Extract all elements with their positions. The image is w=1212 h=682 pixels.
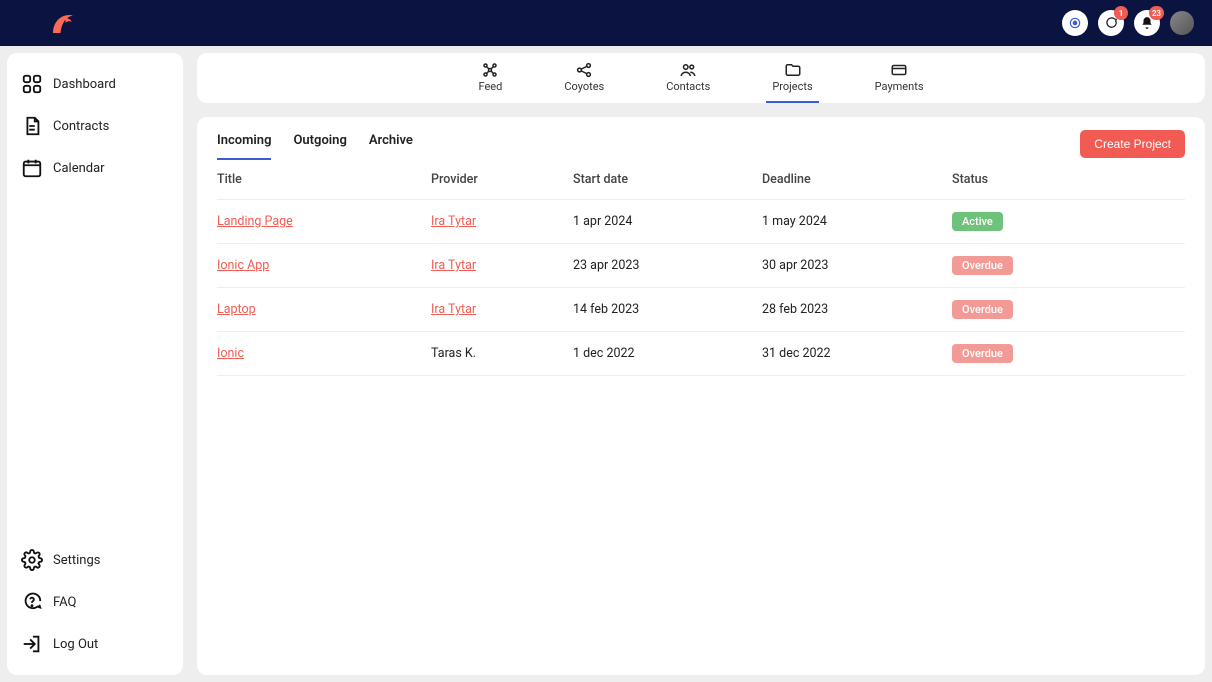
sidebar-item-label: Settings [53, 553, 100, 568]
start-date: 14 feb 2023 [573, 302, 762, 317]
sidebar-item-settings[interactable]: Settings [7, 539, 183, 581]
table-row: Ionic App Ira Tytar 23 apr 202330 apr 2023… [217, 244, 1185, 288]
topbar-actions: 1 23 [1062, 10, 1194, 36]
provider-name: Taras K. [431, 346, 476, 361]
nav-tabs: Feed Coyotes Contacts Projects Payments [197, 53, 1205, 103]
share-icon [574, 61, 594, 79]
nav-tab-label: Feed [479, 80, 503, 93]
feed-icon [480, 61, 500, 79]
nav-tab-projects[interactable]: Projects [766, 53, 818, 103]
users-icon [678, 61, 698, 79]
app-logo [48, 8, 78, 38]
nav-tab-payments[interactable]: Payments [869, 53, 930, 103]
col-start: Start date [573, 172, 762, 187]
col-title: Title [217, 172, 431, 187]
avatar[interactable] [1170, 11, 1194, 35]
table-row: Ionic Taras K. 1 dec 202231 dec 2022Overdu… [217, 332, 1185, 376]
table-row: Laptop Ira Tytar 14 feb 202328 feb 2023Ove… [217, 288, 1185, 332]
deadline-date: 30 apr 2023 [762, 258, 952, 273]
deadline-date: 28 feb 2023 [762, 302, 952, 317]
nav-tab-label: Contacts [666, 80, 710, 93]
project-title-link[interactable]: Ionic [217, 346, 244, 361]
help-icon [21, 591, 43, 613]
provider-link[interactable]: Ira Tytar [431, 214, 476, 229]
sidebar-item-faq[interactable]: FAQ [7, 581, 183, 623]
sidebar-secondary-group: Settings FAQ Log Out [7, 539, 183, 665]
nav-tab-feed[interactable]: Feed [473, 53, 509, 103]
status-badge: Active [952, 212, 1003, 231]
sidebar-item-label: Log Out [53, 637, 98, 652]
sidebar-item-label: Calendar [53, 161, 105, 176]
deadline-date: 1 may 2024 [762, 214, 952, 229]
sidebar-primary-group: Dashboard Contracts Calendar [7, 63, 183, 189]
messages-badge: 1 [1114, 6, 1128, 20]
projects-table: Title Provider Start date Deadline Statu… [197, 160, 1205, 376]
sub-tab-archive[interactable]: Archive [369, 127, 413, 160]
start-date: 1 apr 2024 [573, 214, 762, 229]
sidebar-item-label: Contracts [53, 119, 109, 134]
notifications-icon-button[interactable]: 23 [1134, 10, 1160, 36]
sub-tab-outgoing[interactable]: Outgoing [293, 127, 346, 160]
sub-tab-incoming[interactable]: Incoming [217, 127, 271, 160]
start-date: 23 apr 2023 [573, 258, 762, 273]
nav-tab-label: Coyotes [564, 80, 604, 93]
project-title-link[interactable]: Ionic App [217, 258, 269, 273]
status-badge: Overdue [952, 300, 1013, 319]
topbar: 1 23 [0, 0, 1212, 46]
content-area: Feed Coyotes Contacts Projects Payments [197, 53, 1205, 675]
sidebar-item-label: Dashboard [53, 77, 116, 92]
main-layout: Dashboard Contracts Calendar Settings FA… [0, 46, 1212, 682]
target-icon-button[interactable] [1062, 10, 1088, 36]
sidebar-item-logout[interactable]: Log Out [7, 623, 183, 665]
table-header: Title Provider Start date Deadline Statu… [217, 160, 1185, 200]
col-deadline: Deadline [762, 172, 952, 187]
sub-tabs: Incoming Outgoing Archive [217, 127, 413, 160]
card-icon [889, 61, 909, 79]
calendar-icon [21, 157, 43, 179]
panel-header: Incoming Outgoing Archive Create Project [197, 117, 1205, 160]
table-body: Landing Page Ira Tytar 1 apr 20241 may 202… [217, 200, 1185, 376]
grid-icon [21, 73, 43, 95]
folder-icon [783, 61, 803, 79]
nav-tab-label: Projects [772, 80, 812, 93]
status-badge: Overdue [952, 344, 1013, 363]
deadline-date: 31 dec 2022 [762, 346, 952, 361]
notifications-badge: 23 [1149, 6, 1164, 20]
sidebar-item-label: FAQ [53, 595, 76, 610]
sidebar: Dashboard Contracts Calendar Settings FA… [7, 53, 183, 675]
nav-tab-contacts[interactable]: Contacts [660, 53, 716, 103]
col-status: Status [952, 172, 1185, 187]
sidebar-item-dashboard[interactable]: Dashboard [7, 63, 183, 105]
document-icon [21, 115, 43, 137]
nav-tab-coyotes[interactable]: Coyotes [558, 53, 610, 103]
provider-link[interactable]: Ira Tytar [431, 258, 476, 273]
project-title-link[interactable]: Laptop [217, 302, 256, 317]
table-row: Landing Page Ira Tytar 1 apr 20241 may 202… [217, 200, 1185, 244]
create-project-button[interactable]: Create Project [1080, 130, 1185, 158]
projects-panel: Incoming Outgoing Archive Create Project… [197, 117, 1205, 675]
col-provider: Provider [431, 172, 573, 187]
sidebar-item-calendar[interactable]: Calendar [7, 147, 183, 189]
provider-link[interactable]: Ira Tytar [431, 302, 476, 317]
status-badge: Overdue [952, 256, 1013, 275]
nav-tab-label: Payments [875, 80, 924, 93]
start-date: 1 dec 2022 [573, 346, 762, 361]
logout-icon [21, 633, 43, 655]
messages-icon-button[interactable]: 1 [1098, 10, 1124, 36]
project-title-link[interactable]: Landing Page [217, 214, 293, 229]
sidebar-item-contracts[interactable]: Contracts [7, 105, 183, 147]
gear-icon [21, 549, 43, 571]
